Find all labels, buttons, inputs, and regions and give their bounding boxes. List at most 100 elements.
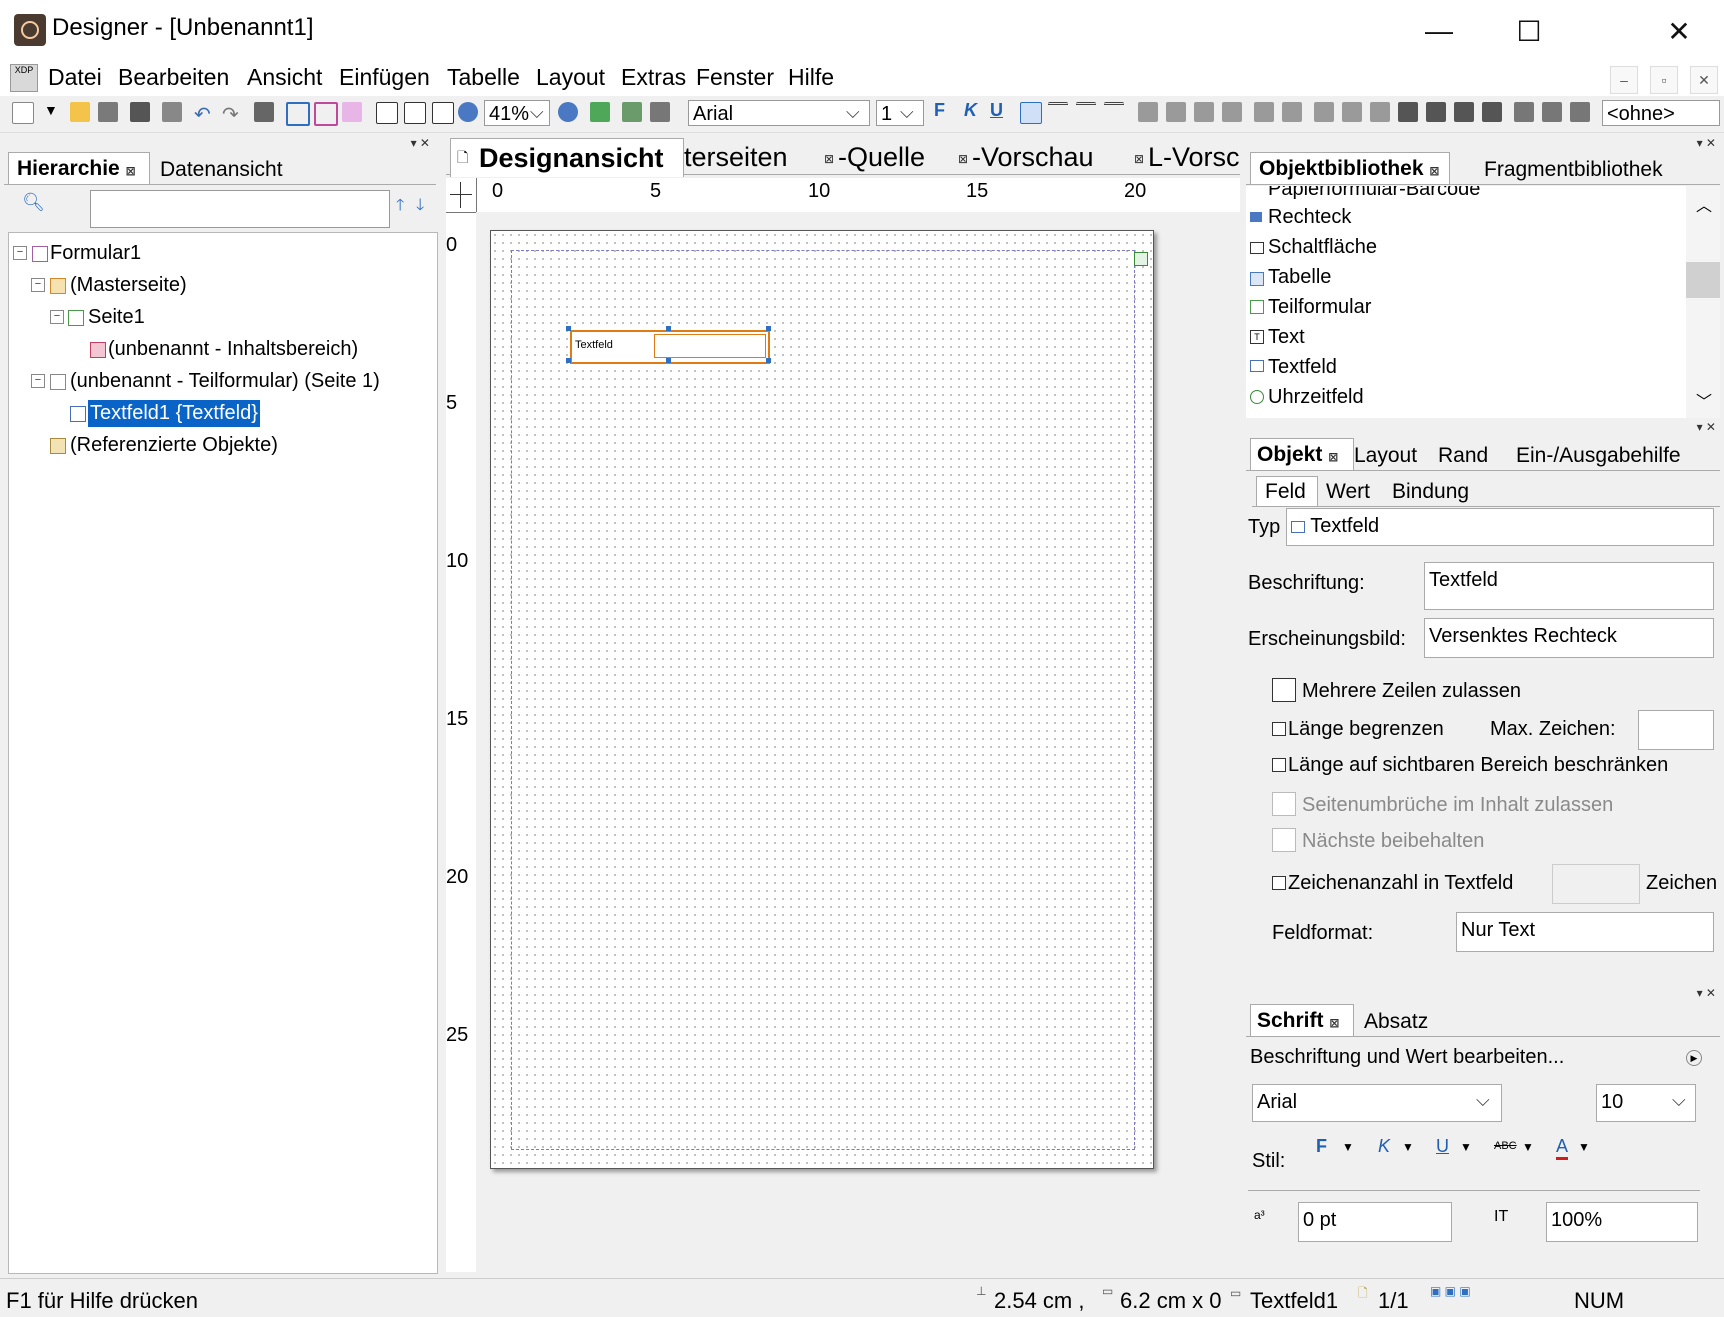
align-objects-left-icon[interactable] xyxy=(1138,102,1158,122)
format-painter-icon[interactable] xyxy=(162,102,182,122)
save-icon[interactable] xyxy=(98,102,118,122)
laenge-sichtbar-checkbox[interactable] xyxy=(1272,758,1286,772)
chevron-down-icon[interactable]: ▼ xyxy=(1460,1140,1472,1154)
zoom-in-icon[interactable] xyxy=(558,102,578,122)
scrollbar-thumb[interactable] xyxy=(1686,262,1720,298)
page-icon[interactable] xyxy=(376,102,398,124)
tab-masterseiten[interactable]: terseiten xyxy=(684,142,788,173)
menu-fenster[interactable]: Fenster xyxy=(696,64,774,91)
mehrere-zeilen-checkbox[interactable] xyxy=(1272,678,1296,702)
tab-fragmentbibliothek[interactable]: Fragmentbibliothek xyxy=(1484,156,1663,184)
new-dropdown-icon[interactable]: ▼ xyxy=(44,102,64,122)
close-icon[interactable]: ⊠ xyxy=(1134,152,1144,166)
menu-layout[interactable]: Layout xyxy=(536,64,605,91)
selection-handle[interactable] xyxy=(566,358,571,363)
italic-button[interactable]: K xyxy=(964,100,977,121)
grid-icon[interactable] xyxy=(286,102,310,126)
max-zeichen-input[interactable] xyxy=(1638,710,1714,750)
scroll-down-icon[interactable]: ﹀ xyxy=(1696,388,1712,412)
library-item-rechteck[interactable]: Rechteck xyxy=(1268,206,1351,229)
arrow-down-icon[interactable]: 🡓 xyxy=(416,194,424,221)
chevron-down-icon[interactable]: ⌵ xyxy=(1672,1090,1686,1111)
binoculars-icon[interactable] xyxy=(254,102,274,122)
chevron-down-icon[interactable]: ▼ xyxy=(1342,1140,1354,1154)
subtab-bindung[interactable]: Bindung xyxy=(1392,478,1469,506)
mdi-close-button[interactable]: ✕ xyxy=(1690,66,1718,94)
tab-schrift[interactable]: Schrift ⊠ xyxy=(1250,1004,1354,1036)
library-scrollbar[interactable]: ︿ ﹀ xyxy=(1686,186,1720,418)
selection-handle[interactable] xyxy=(566,326,571,331)
collapse-icon[interactable]: − xyxy=(50,310,64,324)
close-icon[interactable]: ⊠ xyxy=(824,152,834,166)
document-icon[interactable]: XDP xyxy=(10,64,38,92)
mdi-restore-button[interactable]: ▫ xyxy=(1650,66,1678,94)
tab-ein-ausgabehilfe[interactable]: Ein-/Ausgabehilfe xyxy=(1516,442,1681,470)
align-objects-top-icon[interactable] xyxy=(1194,102,1214,122)
bold-button[interactable]: F xyxy=(934,100,945,121)
tab-layout[interactable]: Layout xyxy=(1354,442,1417,470)
justify-icon[interactable] xyxy=(1104,102,1124,125)
italic-style-button[interactable]: K xyxy=(1378,1136,1390,1157)
ungroup-icon[interactable] xyxy=(1426,102,1446,122)
close-icon[interactable]: ⊠ xyxy=(1429,164,1439,178)
subtab-wert[interactable]: Wert xyxy=(1326,478,1370,506)
align-objects-right-icon[interactable] xyxy=(1166,102,1186,122)
menu-extras[interactable]: Extras xyxy=(621,64,686,91)
bold-style-button[interactable]: F xyxy=(1316,1136,1327,1157)
minimize-button[interactable]: — xyxy=(1394,0,1484,62)
underline-style-button[interactable]: U xyxy=(1436,1136,1449,1157)
library-item-tabelle[interactable]: Tabelle xyxy=(1268,266,1331,289)
bring-front-icon[interactable] xyxy=(1454,102,1474,122)
same-size-icon[interactable] xyxy=(1570,102,1590,122)
undo-icon[interactable]: ↶ xyxy=(194,102,214,126)
font-select[interactable]: Arial xyxy=(688,100,870,126)
feldformat-select[interactable]: Nur Text xyxy=(1456,912,1714,952)
tab-objektbibliothek[interactable]: Objektbibliothek ⊠ xyxy=(1250,152,1450,184)
arrow-up-icon[interactable]: 🡑 xyxy=(396,194,404,221)
align-center-icon[interactable] xyxy=(1048,102,1068,125)
tree-item-seite1[interactable]: Seite1 xyxy=(88,306,145,329)
menu-tabelle[interactable]: Tabelle xyxy=(447,64,520,91)
beschriftung-input[interactable]: Textfeld xyxy=(1424,562,1714,610)
chevron-down-icon[interactable]: ▼ xyxy=(1402,1140,1414,1154)
naechste-beibehalten-checkbox[interactable] xyxy=(1272,828,1296,852)
fit-width-icon[interactable] xyxy=(432,102,454,124)
typ-select[interactable]: Textfeld xyxy=(1286,508,1714,546)
chevron-down-icon[interactable]: ⌵ xyxy=(530,102,544,123)
menu-ansicht[interactable]: Ansicht xyxy=(247,64,322,91)
close-icon[interactable]: ⊠ xyxy=(126,164,136,178)
open-icon[interactable] xyxy=(70,102,90,122)
menu-einfuegen[interactable]: Einfügen xyxy=(339,64,430,91)
mdi-minimize-button[interactable]: – xyxy=(1610,66,1638,94)
align-right-icon[interactable] xyxy=(1076,102,1096,125)
menu-datei[interactable]: Datei xyxy=(48,64,102,91)
chevron-down-icon[interactable]: ▼ xyxy=(1578,1140,1590,1154)
selection-handle[interactable] xyxy=(766,358,771,363)
library-item-teilformular[interactable]: Teilformular xyxy=(1268,296,1371,319)
scale-input[interactable]: 100% xyxy=(1546,1202,1698,1242)
close-icon[interactable]: ⊠ xyxy=(958,152,968,166)
library-item-uhrzeitfeld[interactable]: Uhrzeitfeld xyxy=(1268,386,1364,409)
print-icon[interactable] xyxy=(130,102,150,122)
seitenumbrueche-checkbox[interactable] xyxy=(1272,792,1296,816)
close-icon[interactable]: ⊠ xyxy=(1328,450,1338,464)
library-item-barcode[interactable]: Papierformular-Barcode xyxy=(1268,186,1480,201)
tab-xml-quelle[interactable]: -Quelle xyxy=(838,142,925,173)
same-width-icon[interactable] xyxy=(1514,102,1534,122)
subtab-feld[interactable]: Feld xyxy=(1256,476,1318,506)
maximize-button[interactable]: ☐ xyxy=(1484,0,1574,62)
fit-height-icon[interactable] xyxy=(404,102,426,124)
tree-item-formular1[interactable]: Formular1 xyxy=(50,242,141,265)
check-icon[interactable] xyxy=(590,102,610,122)
chevron-down-icon[interactable]: ⌵ xyxy=(1476,1090,1490,1111)
underline-button[interactable]: U xyxy=(990,100,1003,121)
zeichenanzahl-checkbox[interactable] xyxy=(1272,876,1286,890)
center-horizontal-icon[interactable] xyxy=(1254,102,1274,122)
distribute-center-icon[interactable] xyxy=(1370,102,1390,122)
play-icon[interactable]: ▶ xyxy=(1686,1050,1702,1066)
menu-bearbeiten[interactable]: Bearbeiten xyxy=(118,64,229,91)
tree-item-referenzierte-objekte[interactable]: (Referenzierte Objekte) xyxy=(70,434,278,457)
zeichenanzahl-input[interactable] xyxy=(1552,864,1640,904)
collapse-icon[interactable]: − xyxy=(13,246,27,260)
tree-item-inhaltsbereich[interactable]: (unbenannt - Inhaltsbereich) xyxy=(108,338,358,361)
